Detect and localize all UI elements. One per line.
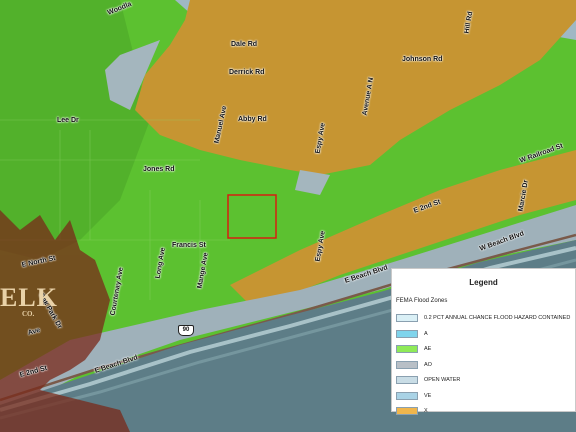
legend-title: Legend [469,278,498,287]
legend-swatch [396,314,418,322]
flood-zone-map[interactable]: Woodla Dale Rd Johnson Rd Derrick Rd Abb… [0,0,576,432]
road-label-derrick: Derrick Rd [229,69,265,76]
legend-swatch [396,376,418,384]
elk-overlay-text: ELK [0,283,58,312]
legend-group-label: FEMA Flood Zones [396,298,448,304]
legend-entry-label: AE [424,346,432,352]
map-legend: Legend FEMA Flood Zones 0.2 PCT ANNUAL C… [391,268,576,415]
legend-entry: 0.2 PCT ANNUAL CHANCE FLOOD HAZARD CONTA… [396,314,576,324]
legend-entry-label: A [424,330,428,337]
us-highway-shield: 90 [178,325,194,336]
legend-entry-label: AO [424,361,432,368]
legend-entry-label: VE [424,392,432,399]
legend-entry: A [396,329,576,340]
road-label-lee: Lee Dr [57,117,79,124]
legend-entry: X [396,407,576,417]
legend-entry-label: OPEN WATER [424,377,461,383]
road-label-abby: Abby Rd [238,116,267,123]
legend-entry-label: X [424,408,428,414]
road-label-jones: Jones Rd [143,166,175,173]
legend-entry: OPEN WATER [396,376,576,386]
legend-swatch [396,345,418,353]
road-label-dale: Dale Rd [231,41,258,48]
road-label-francis: Francis St [172,242,206,249]
legend-swatch [396,329,418,338]
legend-swatch [396,360,418,369]
legend-entry: AE [396,345,576,355]
elk-overlay-subtext: CO. [22,310,35,318]
legend-swatch [396,407,418,415]
road-label-johnson: Johnson Rd [402,56,443,63]
legend-entry: VE [396,391,576,402]
legend-entry: AO [396,360,576,371]
legend-swatch [396,391,418,400]
legend-entry-label: 0.2 PCT ANNUAL CHANCE FLOOD HAZARD CONTA… [424,315,571,321]
